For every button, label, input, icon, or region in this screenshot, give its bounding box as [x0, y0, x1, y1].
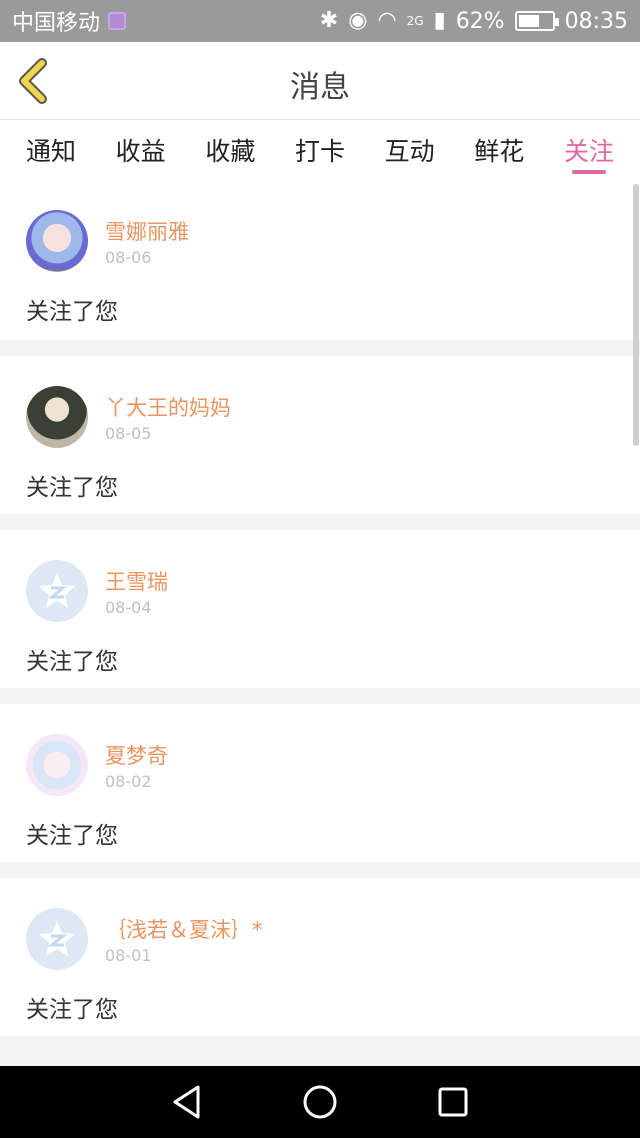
- home-nav-button[interactable]: [298, 1080, 342, 1124]
- clock: 08:35: [564, 8, 628, 34]
- system-nav-bar: [0, 1066, 640, 1138]
- scrollbar[interactable]: [633, 184, 639, 446]
- username[interactable]: 王雪瑞: [105, 566, 168, 596]
- battery-icon: [514, 11, 559, 31]
- battery-fill: [518, 15, 539, 27]
- network-type: 2G: [406, 14, 424, 28]
- message-text: 关注了您: [26, 997, 118, 1023]
- avatar[interactable]: [26, 908, 88, 970]
- default-avatar-icon: [39, 573, 75, 608]
- bluetooth-icon: ✱: [319, 8, 339, 33]
- username[interactable]: ｛浅若＆夏沫｝*: [105, 914, 263, 944]
- message-text: 关注了您: [26, 475, 118, 501]
- carrier-name: 中国移动: [12, 11, 101, 36]
- back-nav-button[interactable]: [165, 1080, 209, 1124]
- list-item[interactable]: 雪娜丽雅 08-06 关注了您: [0, 180, 640, 340]
- username[interactable]: 夏梦奇: [105, 740, 168, 770]
- avatar[interactable]: [26, 386, 88, 448]
- avatar[interactable]: [26, 734, 88, 796]
- tab-earnings[interactable]: 收益: [116, 120, 166, 180]
- tab-flowers[interactable]: 鲜花: [474, 120, 524, 180]
- message-date: 08-02: [105, 772, 152, 791]
- recents-nav-button[interactable]: [431, 1080, 475, 1124]
- username[interactable]: 雪娜丽雅: [105, 216, 189, 246]
- tab-favorites[interactable]: 收藏: [205, 120, 255, 180]
- list-item[interactable]: 丫大王的妈妈 08-05 关注了您: [0, 356, 640, 514]
- message-text: 关注了您: [26, 823, 118, 849]
- avatar[interactable]: [26, 210, 88, 272]
- battery-percent: 62%: [455, 8, 505, 34]
- tab-checkin[interactable]: 打卡: [295, 120, 345, 180]
- app-bar: 消息: [0, 42, 640, 120]
- username[interactable]: 丫大王的妈妈: [105, 392, 231, 422]
- message-text: 关注了您: [26, 649, 118, 675]
- square-recents-icon: [438, 1087, 468, 1117]
- wifi-icon: ◠: [377, 8, 397, 33]
- message-date: 08-01: [105, 946, 152, 965]
- tab-follows[interactable]: 关注: [564, 120, 614, 180]
- message-date: 08-06: [105, 248, 152, 267]
- message-text: 关注了您: [26, 299, 118, 325]
- tab-notifications[interactable]: 通知: [26, 120, 76, 180]
- message-list[interactable]: 雪娜丽雅 08-06 关注了您 丫大王的妈妈 08-05 关注了您 王雪瑞 08…: [0, 180, 640, 1066]
- message-date: 08-04: [105, 598, 152, 617]
- tab-bar: 通知 收益 收藏 打卡 互动 鲜花 关注: [0, 120, 640, 180]
- message-date: 08-05: [105, 424, 152, 443]
- default-avatar-icon: [39, 921, 75, 956]
- list-item[interactable]: ｛浅若＆夏沫｝* 08-01 关注了您: [0, 878, 640, 1036]
- signal-icon: ▮: [433, 8, 446, 33]
- triangle-back-icon: [173, 1085, 200, 1119]
- eye-icon: ◉: [348, 8, 368, 33]
- tab-interactions[interactable]: 互动: [385, 120, 435, 180]
- status-icons: ✱ ◉ ◠ 2G ▮ 62% 08:35: [320, 9, 628, 34]
- list-item[interactable]: 夏梦奇 08-02 关注了您: [0, 704, 640, 862]
- avatar[interactable]: [26, 560, 88, 622]
- page-title: 消息: [290, 70, 350, 105]
- circle-home-icon: [303, 1085, 337, 1119]
- sim-icon: [108, 12, 127, 30]
- status-bar: 中国移动 ✱ ◉ ◠ 2G ▮ 62% 08:35: [0, 0, 640, 42]
- list-item[interactable]: 王雪瑞 08-04 关注了您: [0, 530, 640, 688]
